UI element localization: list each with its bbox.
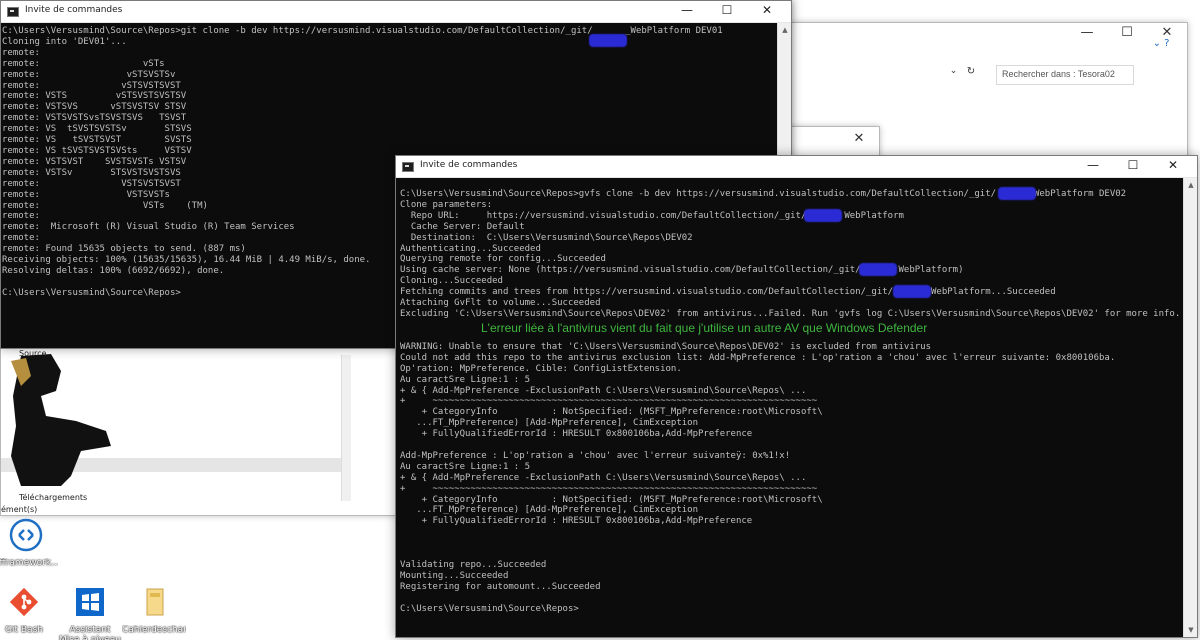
refresh-icon[interactable]: ↻ xyxy=(961,66,981,77)
dark-image-thumbnail xyxy=(11,354,111,486)
scroll-up-icon[interactable]: ▲ xyxy=(778,23,792,37)
close-icon[interactable]: ✕ xyxy=(747,3,787,17)
desktop-icon-folder[interactable]: Cahierdescharg... xyxy=(122,585,186,640)
console-titlebar[interactable]: Invite de commandes — ☐ ✕ xyxy=(396,156,1197,178)
chevron-down-icon[interactable]: ⌄ xyxy=(946,66,961,76)
maximize-icon[interactable]: ☐ xyxy=(1113,158,1153,172)
console-text-bottom: WARNING: Unable to ensure that 'C:\Users… xyxy=(400,341,1116,614)
console-titlebar[interactable]: Invite de commandes — ☐ ✕ xyxy=(1,1,791,23)
cmd-icon xyxy=(7,7,19,17)
status-bar-count: ément(s) xyxy=(1,505,38,514)
search-input[interactable]: Rechercher dans : Tesora02 xyxy=(996,65,1134,85)
cmd-icon xyxy=(402,162,414,172)
desktop-icon-network[interactable]: offramework... xyxy=(0,518,58,578)
minimize-icon[interactable]: — xyxy=(1067,25,1107,40)
redaction-mark xyxy=(998,187,1036,200)
window-title: Invite de commandes xyxy=(25,5,123,15)
help-icon[interactable]: ⌄ ? xyxy=(1141,38,1181,49)
windows-icon xyxy=(76,588,104,616)
nav-item-downloads[interactable]: Téléchargements xyxy=(19,493,87,502)
desktop: — ☐ ✕ Rechercher dans : Tesora02 ↻ ⌄ ⌄ ?… xyxy=(0,0,1200,640)
close-icon[interactable]: ✕ xyxy=(1153,158,1193,172)
desktop-icon-label: Assistant Mise à niveau de Win... xyxy=(58,625,121,640)
folder-icon xyxy=(146,588,164,616)
close-icon[interactable]: ✕ xyxy=(839,131,879,146)
redaction-mark xyxy=(859,263,897,276)
window-title: Invite de commandes xyxy=(420,160,518,170)
annotation-text: L'erreur liée à l'antivirus vient du fai… xyxy=(481,321,928,335)
search-placeholder: Rechercher dans : Tesora02 xyxy=(1002,69,1115,79)
desktop-icon-label: Cahierdescharg... xyxy=(122,625,186,635)
vertical-scrollbar[interactable] xyxy=(341,355,351,501)
console-window-2[interactable]: Invite de commandes — ☐ ✕ C:\Users\Versu… xyxy=(395,155,1198,638)
desktop-icon-label: Git Bash xyxy=(5,625,43,635)
desktop-icon-label: offramework... xyxy=(0,558,58,568)
desktop-icon-git-bash[interactable]: Git Bash xyxy=(0,585,56,640)
redaction-mark xyxy=(804,209,842,222)
maximize-icon[interactable]: ☐ xyxy=(707,3,747,17)
console-output[interactable]: C:\Users\Versusmind\Source\Repos>gvfs cl… xyxy=(396,178,1183,637)
network-icon xyxy=(9,518,43,552)
scroll-up-icon[interactable]: ▲ xyxy=(1184,178,1198,192)
minimize-icon[interactable]: — xyxy=(667,3,707,17)
scroll-down-icon[interactable]: ▼ xyxy=(1184,623,1198,637)
redaction-mark xyxy=(893,285,931,298)
git-icon xyxy=(9,587,39,617)
minimize-icon[interactable]: — xyxy=(1073,158,1113,172)
vertical-scrollbar[interactable]: ▲ ▼ xyxy=(1183,178,1197,637)
console-text-top: C:\Users\Versusmind\Source\Repos>gvfs cl… xyxy=(400,189,1181,319)
redaction-mark xyxy=(589,34,627,47)
desktop-icon-windows-upgrade[interactable]: Assistant Mise à niveau de Win... xyxy=(58,585,122,640)
